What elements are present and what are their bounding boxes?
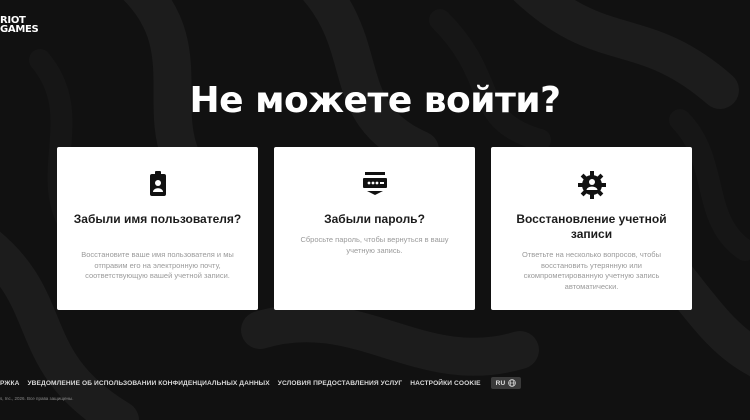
- card-description: Ответьте на несколько вопросов, чтобы во…: [522, 250, 661, 291]
- card-title: Восстановление учетной записи: [516, 212, 667, 241]
- copyright-text: s, Inc., 2026. Все права защищены.: [0, 396, 74, 401]
- footer-link-terms[interactable]: УСЛОВИЯ ПРЕДОСТАВЛЕНИЯ УСЛУГ: [278, 380, 403, 387]
- riot-games-logo[interactable]: RIOT GAMES: [0, 16, 39, 35]
- globe-icon: [508, 379, 517, 387]
- card-title: Забыли имя пользователя?: [73, 212, 242, 226]
- card-description: Восстановите ваше имя пользователя и мы …: [81, 250, 234, 280]
- page-title: Не можете войти?: [189, 80, 561, 121]
- account-recovery-card[interactable]: Восстановление учетной записи Ответьте н…: [491, 147, 692, 310]
- footer-link-cookies[interactable]: НАСТРОЙКИ COOKIE: [410, 380, 480, 387]
- footer-nav: РЖКА УВЕДОМЛЕНИЕ ОБ ИСПОЛЬЗОВАНИИ КОНФИД…: [0, 377, 522, 389]
- language-code: RU: [495, 379, 506, 387]
- footer-link-privacy[interactable]: УВЕДОМЛЕНИЕ ОБ ИСПОЛЬЗОВАНИИ КОНФИДЕНЦИА…: [27, 380, 269, 387]
- forgot-username-card[interactable]: Забыли имя пользователя? Восстановите ва…: [57, 147, 258, 310]
- gear-user-icon: [491, 171, 692, 199]
- card-title: Забыли пароль?: [324, 212, 425, 226]
- forgot-password-card[interactable]: Забыли пароль? Сбросьте пароль, чтобы ве…: [274, 147, 475, 310]
- logo-line-2: GAMES: [0, 24, 39, 35]
- card-description: Сбросьте пароль, чтобы вернуться в вашу …: [300, 235, 449, 255]
- id-badge-icon: [57, 171, 258, 197]
- language-selector[interactable]: RU: [490, 377, 522, 389]
- password-icon: [274, 171, 475, 197]
- footer-link-support[interactable]: РЖКА: [0, 380, 19, 387]
